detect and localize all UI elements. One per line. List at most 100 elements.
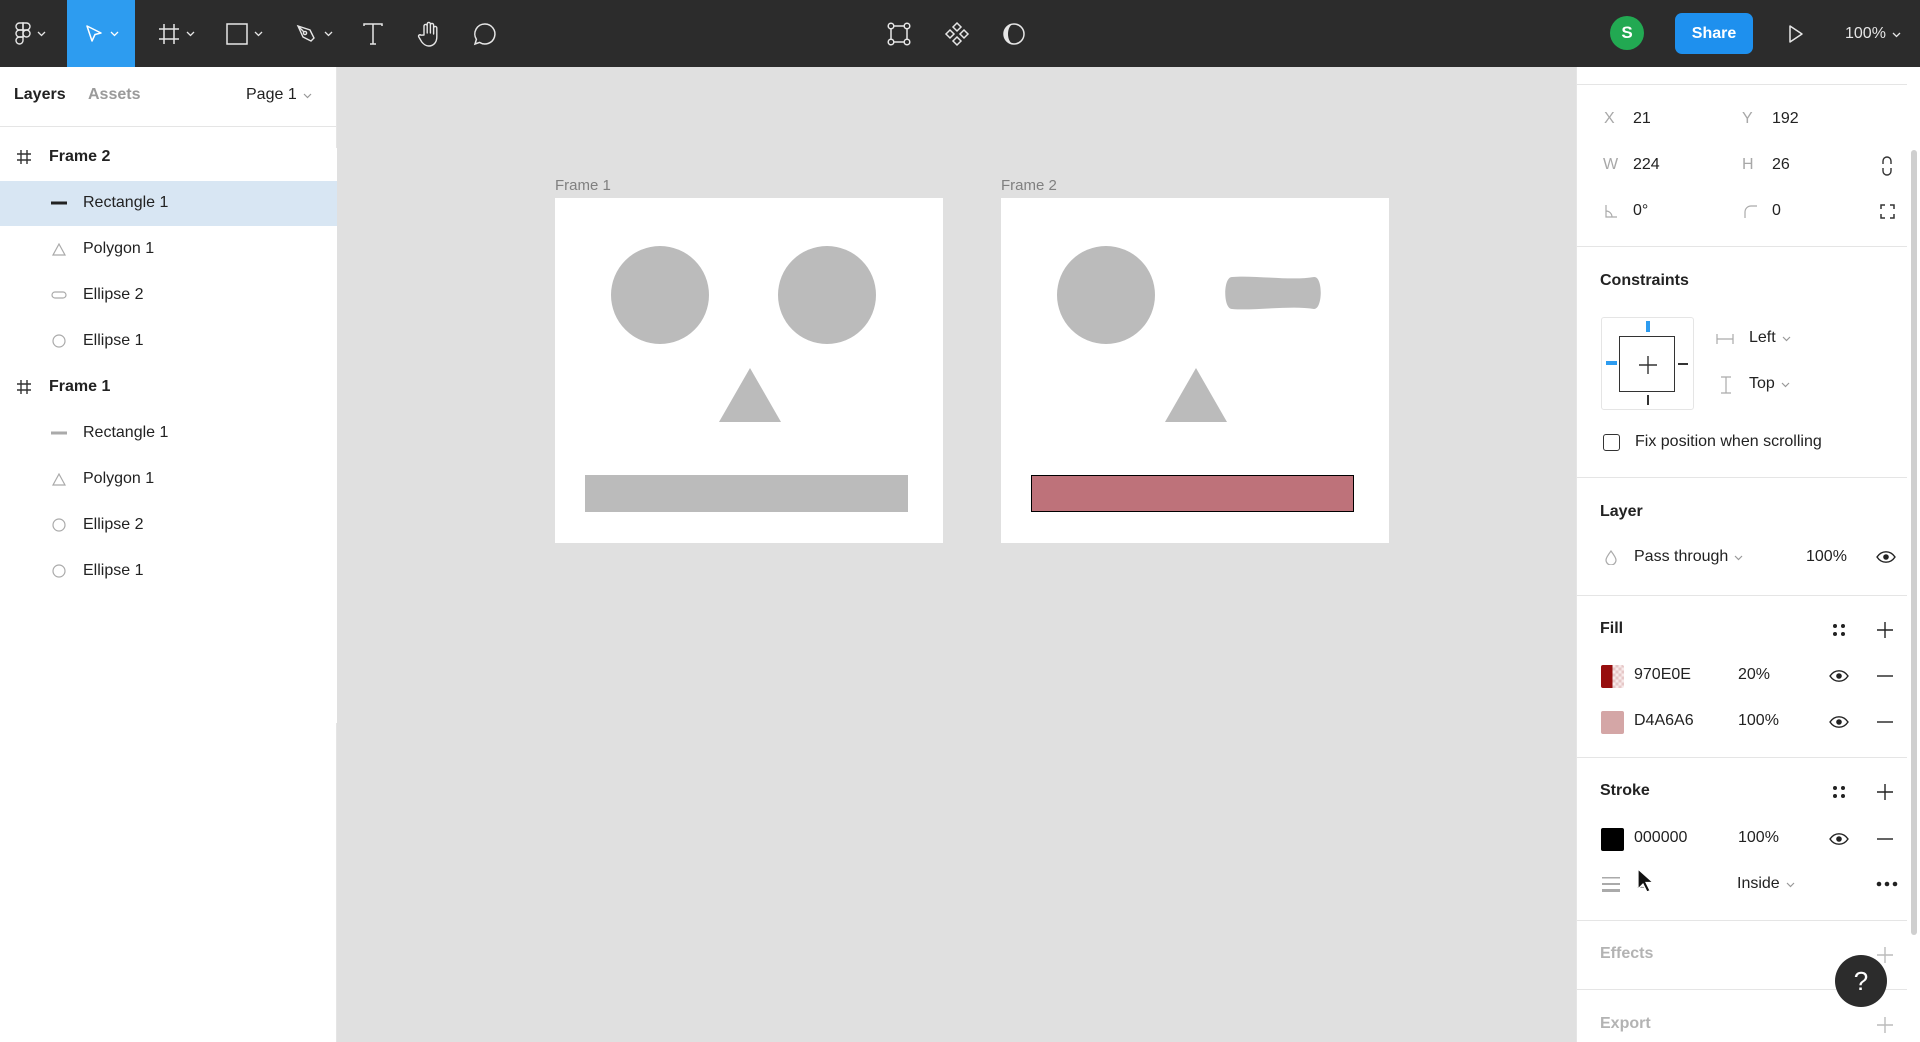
hand-icon: [417, 21, 441, 47]
add-stroke-icon[interactable]: [1875, 782, 1895, 802]
remove-fill-icon[interactable]: [1875, 668, 1895, 684]
fill-color-swatch[interactable]: [1601, 711, 1624, 734]
pen-tool-button[interactable]: [288, 0, 340, 67]
polygon-1[interactable]: [1165, 368, 1227, 424]
frame-1[interactable]: [555, 198, 943, 543]
triangle-icon: [50, 470, 68, 488]
fill-styles-icon[interactable]: [1829, 620, 1849, 640]
stroke-position-dropdown[interactable]: Inside: [1737, 875, 1795, 893]
h-label: H: [1742, 156, 1754, 173]
fill-opacity-input[interactable]: 20%: [1738, 666, 1770, 684]
layer-opacity-input[interactable]: 100%: [1806, 548, 1847, 566]
layer-label: Polygon 1: [83, 470, 155, 487]
page-name: Page 1: [246, 86, 297, 103]
horizontal-constraint-icon: [1715, 332, 1735, 346]
page-selector[interactable]: Page 1: [246, 86, 312, 104]
layer-row[interactable]: Ellipse 1: [0, 549, 337, 594]
layer-visibility-eye-icon[interactable]: [1876, 549, 1896, 565]
stroke-hex-input[interactable]: 000000: [1634, 829, 1687, 847]
constraint-right[interactable]: [1678, 363, 1688, 365]
independent-corners-icon[interactable]: [1879, 203, 1895, 219]
layer-row[interactable]: Rectangle 1: [0, 411, 337, 456]
rectangle-1-selected[interactable]: [1031, 475, 1354, 512]
layer-row[interactable]: Ellipse 2: [0, 273, 337, 318]
frame-tool-button[interactable]: [150, 0, 202, 67]
hand-tool-button[interactable]: [410, 0, 448, 67]
constraint-bottom[interactable]: [1647, 395, 1649, 405]
mask-button[interactable]: [995, 0, 1033, 67]
tab-assets[interactable]: Assets: [88, 86, 140, 104]
layer-row[interactable]: Ellipse 2: [0, 503, 337, 548]
frame-1-label[interactable]: Frame 1: [555, 177, 611, 194]
ellipse-1[interactable]: [611, 246, 709, 344]
circle-icon: [50, 562, 68, 580]
layer-row[interactable]: Frame 2: [0, 135, 437, 493]
constraints-title: Constraints: [1600, 272, 1689, 289]
fill-opacity-input[interactable]: 100%: [1738, 712, 1779, 730]
stroke-color-swatch[interactable]: [1601, 828, 1624, 851]
tab-layers[interactable]: Layers: [14, 86, 66, 104]
canvas[interactable]: Frame 1 Frame 2: [337, 67, 1576, 1042]
constraints-widget[interactable]: [1601, 317, 1694, 410]
divider: [1577, 246, 1907, 247]
layer-row[interactable]: Frame 1: [0, 365, 437, 723]
remove-fill-icon[interactable]: [1875, 714, 1895, 730]
fill-color-swatch[interactable]: [1601, 665, 1624, 688]
x-input[interactable]: 21: [1633, 110, 1651, 128]
polygon-1[interactable]: [719, 368, 781, 424]
add-export-icon[interactable]: [1875, 1015, 1895, 1035]
corner-radius-input[interactable]: 0: [1772, 202, 1781, 220]
fix-position-checkbox[interactable]: [1603, 434, 1620, 451]
move-pointer-icon: [84, 24, 104, 44]
components-button[interactable]: [938, 0, 976, 67]
rectangle-tool-button[interactable]: [218, 0, 270, 67]
ellipse-2-squished[interactable]: [1224, 276, 1322, 310]
fill-hex-input[interactable]: 970E0E: [1634, 666, 1691, 684]
help-button[interactable]: ?: [1835, 955, 1887, 1007]
edit-object-button[interactable]: [880, 0, 918, 67]
effects-title: Effects: [1600, 945, 1654, 962]
h-input[interactable]: 26: [1772, 156, 1790, 174]
stroke-styles-icon[interactable]: [1829, 782, 1849, 802]
fill-hex-input[interactable]: D4A6A6: [1634, 712, 1694, 730]
stroke-opacity-input[interactable]: 100%: [1738, 829, 1779, 847]
add-fill-icon[interactable]: [1875, 620, 1895, 640]
present-button[interactable]: [1778, 0, 1814, 67]
constraint-left-active[interactable]: [1606, 361, 1617, 365]
layer-row[interactable]: Rectangle 1: [0, 181, 337, 226]
y-input[interactable]: 192: [1772, 110, 1799, 128]
ellipse-2[interactable]: [778, 246, 876, 344]
chevron-down-icon: [254, 31, 263, 37]
constrain-proportions-icon[interactable]: [1879, 155, 1895, 177]
x-label: X: [1604, 110, 1615, 127]
properties-scrollbar[interactable]: [1911, 150, 1917, 935]
layer-row[interactable]: Polygon 1: [0, 457, 337, 502]
zoom-level: 100%: [1845, 24, 1886, 42]
layer-row[interactable]: Ellipse 1: [0, 319, 337, 364]
text-tool-button[interactable]: [355, 0, 391, 67]
constraint-top-active[interactable]: [1646, 321, 1650, 332]
share-button[interactable]: Share: [1675, 13, 1753, 54]
comment-tool-button[interactable]: [466, 0, 504, 67]
layer-row[interactable]: Polygon 1: [0, 227, 337, 272]
frame-2[interactable]: [1001, 198, 1389, 543]
remove-stroke-icon[interactable]: [1875, 831, 1895, 847]
move-tool-button[interactable]: [67, 0, 135, 67]
rotation-input[interactable]: 0°: [1633, 202, 1648, 220]
avatar[interactable]: S: [1610, 16, 1644, 50]
zoom-dropdown[interactable]: 100%: [1845, 0, 1901, 67]
main-menu-button[interactable]: [8, 0, 52, 67]
w-input[interactable]: 224: [1633, 156, 1660, 174]
fill-visibility-eye-icon[interactable]: [1829, 668, 1849, 684]
blend-mode-dropdown[interactable]: Pass through: [1634, 548, 1743, 566]
fill-visibility-eye-icon[interactable]: [1829, 714, 1849, 730]
triangle-icon: [50, 240, 68, 258]
horizontal-constraint-dropdown[interactable]: Left: [1749, 329, 1791, 347]
rectangle-1[interactable]: [585, 475, 908, 512]
more-options-icon[interactable]: [1875, 877, 1899, 891]
frame-2-label[interactable]: Frame 2: [1001, 177, 1057, 194]
ellipse-1[interactable]: [1057, 246, 1155, 344]
stroke-position-value: Inside: [1737, 875, 1780, 892]
vertical-constraint-dropdown[interactable]: Top: [1749, 375, 1790, 393]
stroke-visibility-eye-icon[interactable]: [1829, 831, 1849, 847]
